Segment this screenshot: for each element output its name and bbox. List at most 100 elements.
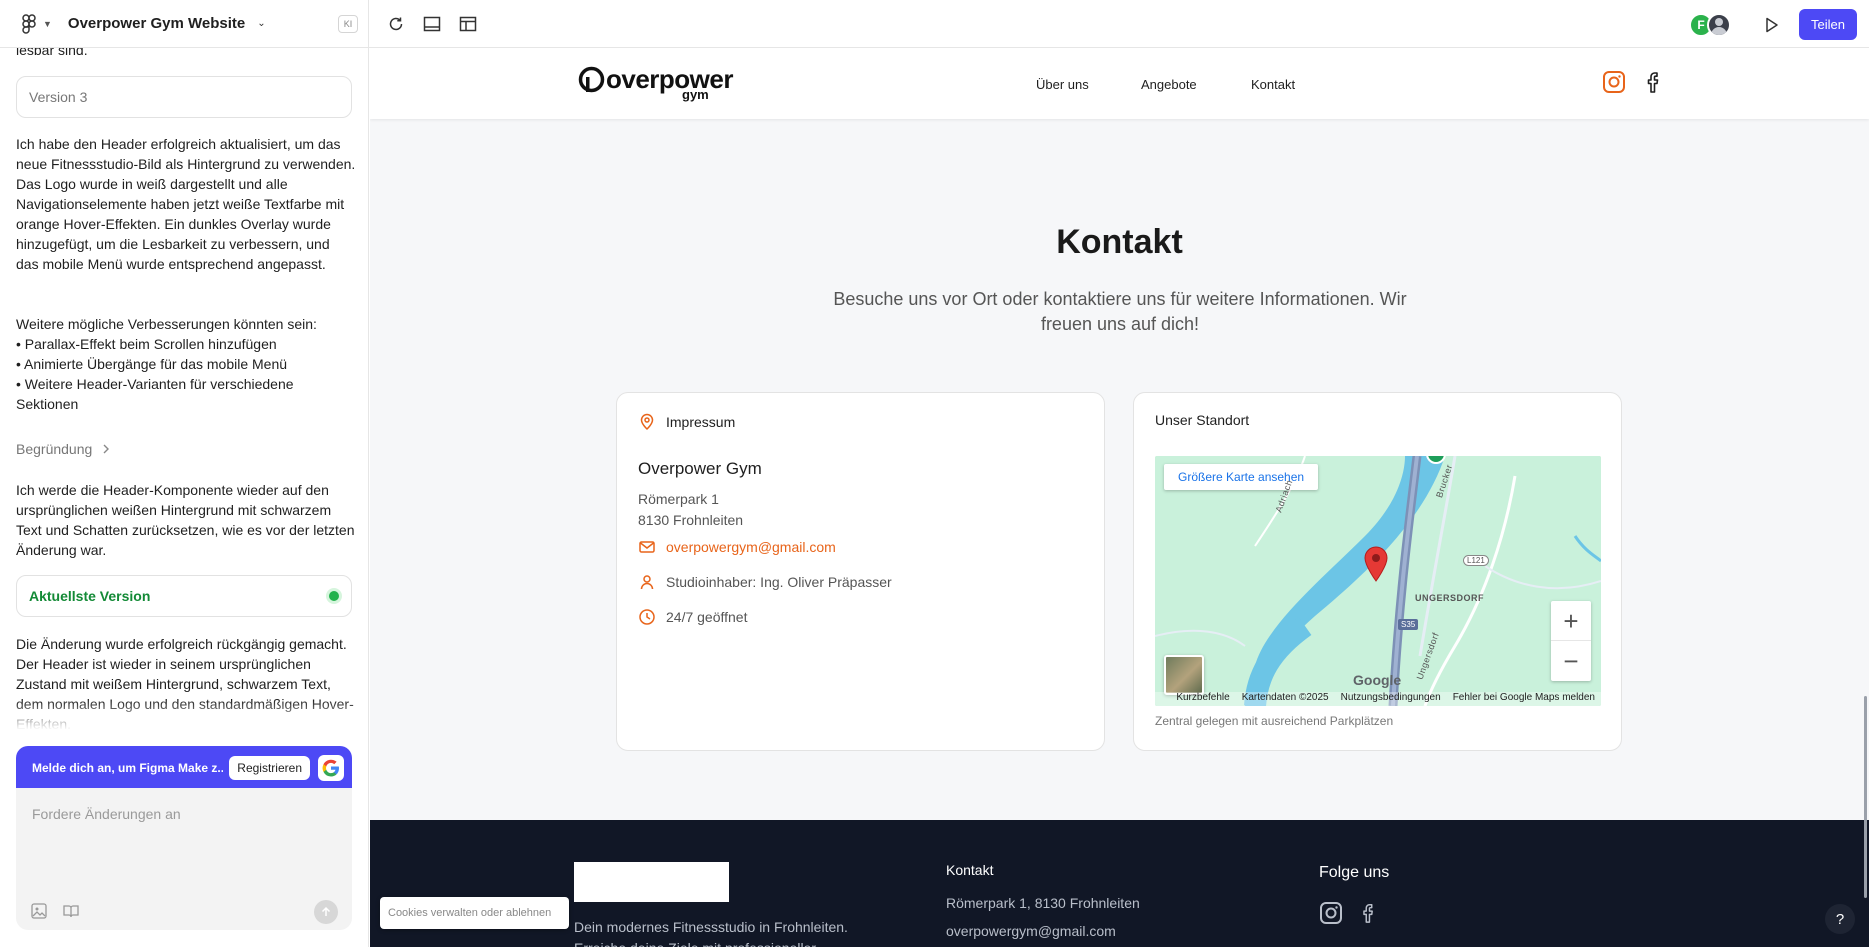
signup-banner: Melde dich an, um Figma Make z... Regist… xyxy=(16,746,352,790)
google-logo: Google xyxy=(1353,672,1402,688)
address-street: Römerpark 1 xyxy=(638,491,719,507)
chat-input[interactable]: Fordere Änderungen an xyxy=(16,788,352,930)
gym-name: Overpower Gym xyxy=(638,459,762,478)
chat-message: lesbar sind. xyxy=(16,48,88,58)
footer-logo xyxy=(574,862,729,902)
book-icon[interactable] xyxy=(62,902,80,920)
hours-row: 24/7 geöffnet xyxy=(638,608,747,626)
chat-input-placeholder: Fordere Änderungen an xyxy=(32,806,181,822)
owner-row: Studioinhaber: Ing. Oliver Präpasser xyxy=(638,573,892,591)
avatar[interactable] xyxy=(1707,12,1732,37)
footer-description: Dein modernes Fitnessstudio in Frohnleit… xyxy=(574,919,848,947)
version-card[interactable]: Version 3 xyxy=(16,76,352,118)
email-link[interactable]: overpowergym@gmail.com xyxy=(666,539,836,555)
map-data-text: Kartendaten ©2025 xyxy=(1241,692,1329,703)
impressum-card: Impressum Overpower Gym Römerpark 1 8130… xyxy=(616,392,1105,751)
project-title[interactable]: Overpower Gym Website xyxy=(68,15,245,32)
map-pin-icon xyxy=(640,413,654,431)
ki-badge[interactable]: KI xyxy=(338,14,358,33)
owner-text: Studioinhaber: Ing. Oliver Präpasser xyxy=(666,574,892,590)
status-dot xyxy=(329,591,339,601)
logo-mark-icon xyxy=(578,66,605,93)
toolbar-right: F Teilen xyxy=(1689,9,1857,40)
top-toolbar: ▼ Overpower Gym Website ⌄ KI F Teilen xyxy=(0,0,1869,48)
kontakt-title: Kontakt xyxy=(1056,223,1183,261)
help-button[interactable]: ? xyxy=(1825,904,1855,934)
impressum-label: Impressum xyxy=(666,414,736,430)
site-preview: overpower gym Über uns Angebote Kontakt … xyxy=(370,48,1869,947)
site-logo[interactable]: overpower gym xyxy=(578,64,734,102)
impressum-heading: Impressum xyxy=(638,413,735,431)
signup-text: Melde dich an, um Figma Make z... xyxy=(32,761,224,775)
address-city: 8130 Frohnleiten xyxy=(638,512,744,528)
zoom-controls: + − xyxy=(1551,601,1591,681)
zoom-in-button[interactable]: + xyxy=(1551,601,1591,641)
latest-version-card[interactable]: Aktuellste Version xyxy=(16,575,352,617)
larger-map-button[interactable]: Größere Karte ansehen xyxy=(1164,464,1319,490)
scroll-fade xyxy=(0,700,368,730)
toolbar-left: ▼ Overpower Gym Website ⌄ KI xyxy=(0,0,369,48)
toolbar-tools xyxy=(385,13,479,35)
logo-subtext: gym xyxy=(682,87,709,102)
map-attribution: Kurzbefehle Kartendaten ©2025 Nutzungsbe… xyxy=(1155,692,1601,706)
footer-kontakt-heading: Kontakt xyxy=(946,862,994,878)
instagram-icon[interactable] xyxy=(1319,901,1343,925)
chat-message: Ich werde die Header-Komponente wieder a… xyxy=(16,482,355,558)
chevron-down-icon[interactable]: ⌄ xyxy=(257,18,265,29)
facebook-icon[interactable] xyxy=(1642,70,1666,94)
zoom-out-button[interactable]: − xyxy=(1551,641,1591,681)
footer-address: Römerpark 1, 8130 Frohnleiten xyxy=(946,895,1140,911)
share-button[interactable]: Teilen xyxy=(1799,9,1857,40)
map-road-badge: S35 xyxy=(1398,619,1419,630)
map-pin-icon[interactable] xyxy=(1363,546,1389,582)
footer-follow-heading: Folge uns xyxy=(1319,864,1390,881)
map-terms-link[interactable]: Nutzungsbedingungen xyxy=(1341,692,1441,706)
google-signin-button[interactable] xyxy=(318,755,344,781)
layout-icon[interactable] xyxy=(457,13,479,35)
latest-version-label: Aktuellste Version xyxy=(29,588,151,604)
map-shortcuts-link[interactable]: Kurzbefehle xyxy=(1176,692,1229,706)
map-road-badge: L121 xyxy=(1463,555,1489,566)
location-card: Unser Standort Größere Karte ansehen UNG… xyxy=(1133,392,1622,751)
satellite-toggle[interactable] xyxy=(1164,655,1204,695)
cookie-button[interactable]: Cookies verwalten oder ablehnen xyxy=(380,897,569,929)
site-header: overpower gym Über uns Angebote Kontakt xyxy=(370,48,1869,119)
chevron-right-icon xyxy=(103,444,110,454)
arrow-up-icon xyxy=(321,906,331,916)
place-marker-icon xyxy=(1426,456,1446,464)
logo-text: overpower xyxy=(606,64,734,94)
google-icon xyxy=(322,759,339,777)
scrollbar[interactable] xyxy=(1864,696,1867,898)
footer-email[interactable]: overpowergym@gmail.com xyxy=(946,923,1116,939)
refresh-icon[interactable] xyxy=(385,13,407,35)
chevron-down-icon[interactable]: ▼ xyxy=(43,19,52,29)
play-icon[interactable] xyxy=(1761,14,1783,36)
email-row: overpowergym@gmail.com xyxy=(638,538,836,556)
clock-icon xyxy=(639,609,655,625)
facebook-icon[interactable] xyxy=(1358,901,1380,925)
user-icon xyxy=(640,575,654,590)
location-caption: Zentral gelegen mit ausreichend Parkplät… xyxy=(1155,714,1394,728)
nav-angebote[interactable]: Angebote xyxy=(1141,77,1197,92)
mail-icon xyxy=(639,541,655,553)
image-upload-icon[interactable] xyxy=(30,902,48,920)
google-map[interactable]: Größere Karte ansehen UNGERSDORF L121 S3… xyxy=(1155,456,1601,706)
kontakt-subtitle: Besuche uns vor Ort oder kontaktiere uns… xyxy=(833,289,1407,334)
map-report-link[interactable]: Fehler bei Google Maps melden xyxy=(1453,692,1595,706)
reason-label: Begründung xyxy=(16,441,93,457)
instagram-icon[interactable] xyxy=(1602,70,1626,94)
site-footer: Dein modernes Fitnessstudio in Frohnleit… xyxy=(370,820,1869,947)
chat-message: Weitere mögliche Verbesserungen könnten … xyxy=(16,316,317,412)
device-preview-icon[interactable] xyxy=(421,13,443,35)
nav-ueber-uns[interactable]: Über uns xyxy=(1036,77,1089,92)
hours-text: 24/7 geöffnet xyxy=(666,609,748,625)
location-heading: Unser Standort xyxy=(1155,412,1250,428)
send-button[interactable] xyxy=(314,900,338,924)
reason-toggle[interactable]: Begründung xyxy=(16,441,110,457)
map-label: UNGERSDORF xyxy=(1415,593,1485,603)
nav-kontakt[interactable]: Kontakt xyxy=(1251,77,1295,92)
register-button[interactable]: Registrieren xyxy=(229,756,310,780)
chat-panel: lesbar sind. Version 3 Ich habe den Head… xyxy=(0,48,369,947)
figma-icon[interactable] xyxy=(18,13,40,35)
chat-message: Ich habe den Header erfolgreich aktualis… xyxy=(16,136,356,272)
